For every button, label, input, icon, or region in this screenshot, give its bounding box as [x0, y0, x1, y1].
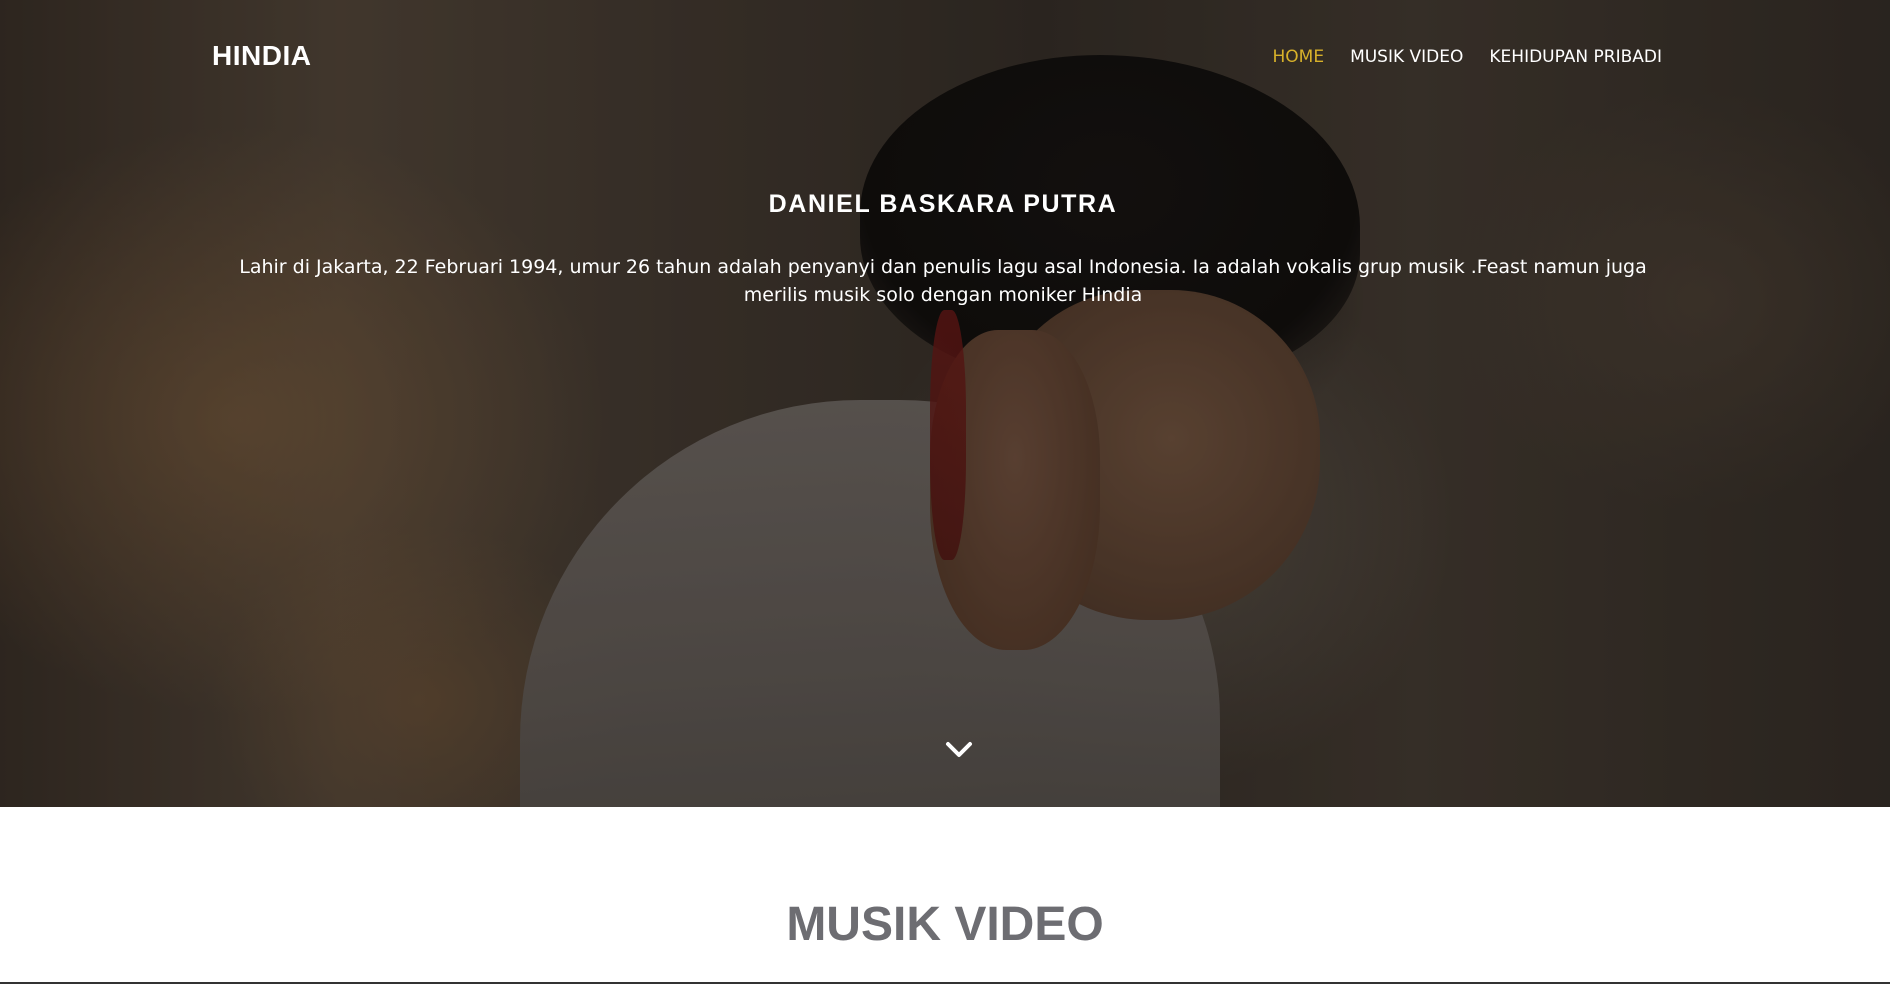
hero-description: Lahir di Jakarta, 22 Februari 1994, umur… — [239, 256, 1647, 306]
brand-logo[interactable]: HINDIA — [212, 40, 311, 72]
hero-section: HINDIA HOME MUSIK VIDEO KEHIDUPAN PRIBAD… — [0, 0, 1890, 807]
navbar: HINDIA HOME MUSIK VIDEO KEHIDUPAN PRIBAD… — [0, 0, 1890, 118]
nav-link-musik-video[interactable]: MUSIK VIDEO — [1350, 47, 1463, 67]
nav-link-kehidupan-pribadi[interactable]: KEHIDUPAN PRIBADI — [1489, 47, 1662, 67]
hero-title: DANIEL BASKARA PUTRA — [768, 190, 1118, 218]
hero-overlay — [0, 0, 1890, 807]
chevron-down-icon[interactable] — [944, 738, 974, 762]
nav-link-home[interactable]: HOME — [1272, 47, 1324, 67]
hero-content: DANIEL BASKARA PUTRA Lahir di Jakarta, 2… — [212, 190, 1674, 309]
nav-links: HOME MUSIK VIDEO KEHIDUPAN PRIBADI — [1272, 47, 1662, 67]
section-title: MUSIK VIDEO — [786, 898, 1104, 951]
